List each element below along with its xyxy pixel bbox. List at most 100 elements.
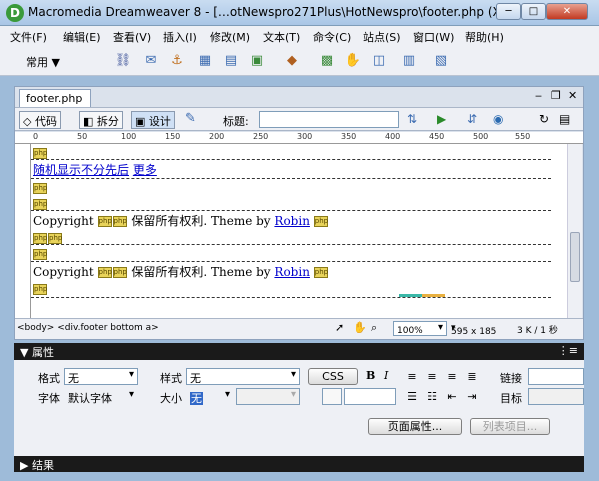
results-panel-header[interactable]: ▶ 结果 (14, 456, 584, 472)
div-outline (31, 244, 551, 245)
doc-close-icon[interactable]: ✕ (568, 89, 577, 102)
templates-icon[interactable]: ▥ (400, 52, 418, 70)
status-bar: <body> <div.footer bottom a> ➚ ✋ ⌕ 100% … (15, 318, 583, 339)
table-icon[interactable]: ▦ (196, 52, 214, 70)
unordered-list-icon[interactable]: ☰ (406, 391, 418, 403)
preview-icon[interactable]: ▶ (437, 112, 446, 126)
close-button[interactable]: ✕ (546, 3, 588, 20)
random-display-link[interactable]: 随机显示不分先后 (33, 163, 129, 177)
ruler-tick: 0 (33, 132, 39, 141)
style-select[interactable]: 无 (186, 368, 300, 385)
font-label: 字体 (38, 392, 60, 405)
menu-commands[interactable]: 命令(C) (313, 29, 351, 45)
link-input[interactable] (528, 368, 584, 385)
live-data-icon[interactable]: ✎ (185, 111, 196, 126)
title-input[interactable] (259, 111, 399, 128)
window-size-select[interactable]: 595 x 185 ▾ (451, 323, 496, 337)
format-value: 无 (68, 372, 79, 385)
php-tag-icon: php (33, 199, 48, 210)
view-options-icon[interactable]: ▤ (559, 112, 570, 126)
media-icon[interactable]: ◆ (283, 52, 301, 70)
ruler-tick: 100 (121, 132, 137, 141)
panel-options-icon[interactable]: ⋮≡ (558, 344, 578, 357)
email-link-icon[interactable]: ✉ (142, 52, 160, 70)
tag-selector[interactable]: <body> <div.footer bottom a> (17, 323, 159, 333)
copyright-text: Copyright (33, 265, 94, 279)
more-link[interactable]: 更多 (133, 163, 157, 177)
size-unit-select[interactable] (236, 388, 300, 405)
scrollbar-thumb[interactable] (570, 232, 580, 282)
ordered-list-icon[interactable]: ☷ (426, 391, 438, 403)
css-button[interactable]: CSS (308, 368, 358, 385)
outdent-icon[interactable]: ⇤ (446, 391, 458, 403)
validate-icon[interactable]: ⇅ (407, 112, 417, 126)
layer-icon[interactable]: ▤ (222, 52, 240, 70)
menu-edit[interactable]: 编辑(E) (63, 29, 101, 45)
align-right-icon[interactable]: ≡ (446, 371, 458, 383)
zoom-tool-icon[interactable]: ⌕ (371, 321, 377, 335)
menu-text[interactable]: 文本(T) (263, 29, 300, 45)
tag-chooser-icon[interactable]: ▧ (432, 52, 450, 70)
robin-link[interactable]: Robin (274, 214, 310, 228)
comment-icon[interactable]: ◫ (370, 52, 388, 70)
results-title: 结果 (31, 459, 54, 472)
window-title: Macromedia Dreamweaver 8 - […otNewspro27… (28, 5, 540, 19)
vertical-scrollbar[interactable] (567, 144, 582, 318)
size-select[interactable]: 无 (186, 388, 234, 405)
php-tag-icon: php (112, 267, 127, 278)
browser-preview-icon[interactable]: ◉ (493, 112, 503, 126)
pointer-tool-icon[interactable]: ➚ (335, 321, 344, 334)
design-view-button[interactable]: ▣ 设计 (131, 111, 175, 129)
split-view-button[interactable]: ◧ 拆分 (79, 111, 123, 129)
menu-help[interactable]: 帮助(H) (465, 29, 504, 45)
code-view-button[interactable]: ◇ 代码 (19, 111, 61, 129)
tab-footer-php[interactable]: footer.php (19, 89, 91, 107)
format-select[interactable]: 无 (64, 368, 138, 385)
php-tag-icon: php (313, 216, 329, 227)
hand-tool-icon[interactable]: ✋ (353, 321, 367, 334)
font-select[interactable]: 默认字体 (64, 388, 138, 405)
doc-minimize-icon[interactable]: ‒ (535, 89, 542, 102)
expand-triangle-icon: ▶ (20, 459, 29, 472)
refresh-icon[interactable]: ↻ (539, 112, 549, 126)
maximize-button[interactable]: □ (521, 3, 546, 20)
zoom-select[interactable]: 100% (393, 321, 447, 336)
server-side-include-icon[interactable]: ✋ (344, 52, 362, 70)
div-outline (31, 210, 551, 211)
menu-file[interactable]: 文件(F) (10, 29, 47, 45)
align-center-icon[interactable]: ≡ (426, 371, 438, 383)
ruler-tick: 300 (297, 132, 313, 141)
align-left-icon[interactable]: ≡ (406, 371, 418, 383)
hyperlink-icon[interactable]: ⛓ (114, 52, 132, 70)
menu-insert[interactable]: 插入(I) (163, 29, 197, 45)
ruler-tick: 200 (209, 132, 225, 141)
minimize-button[interactable]: ─ (496, 3, 521, 20)
menu-modify[interactable]: 修改(M) (210, 29, 250, 45)
bold-button[interactable]: B (366, 369, 375, 382)
image-icon[interactable]: ▣ (248, 52, 266, 70)
named-anchor-icon[interactable]: ⚓ (168, 52, 186, 70)
italic-button[interactable]: I (384, 369, 388, 382)
text-color-input[interactable] (344, 388, 396, 405)
menu-window[interactable]: 窗口(W) (413, 29, 454, 45)
code-view-label: 代码 (34, 115, 57, 128)
doc-restore-icon[interactable]: ❐ (551, 89, 561, 102)
ruler-tick: 50 (77, 132, 88, 141)
size-label: 大小 (160, 392, 182, 405)
date-icon[interactable]: ▩ (318, 52, 336, 70)
insert-category-select[interactable]: 常用 ▼ (26, 54, 60, 70)
indent-icon[interactable]: ⇥ (466, 391, 478, 403)
robin-link[interactable]: Robin (274, 265, 310, 279)
menu-bar: 文件(F) 编辑(E) 查看(V) 插入(I) 修改(M) 文本(T) 命令(C… (0, 26, 599, 46)
menu-view[interactable]: 查看(V) (113, 29, 151, 45)
text-color-swatch[interactable] (322, 388, 342, 405)
properties-panel-header[interactable]: ▼ 属性 ⋮≡ (14, 343, 584, 361)
page-properties-button[interactable]: 页面属性... (368, 418, 462, 435)
menu-site[interactable]: 站点(S) (363, 29, 401, 45)
list-item-button[interactable]: 列表项目... (470, 418, 550, 435)
properties-panel: 格式 无 样式 无 CSS B I ≡ ≡ ≡ ≣ 链接 字体 默认字体 大小 … (14, 360, 584, 456)
justify-icon[interactable]: ≣ (466, 371, 478, 383)
file-management-icon[interactable]: ⇵ (467, 112, 477, 126)
target-select[interactable] (528, 388, 584, 405)
design-canvas[interactable]: php 随机显示不分先后 更多 php php Copyright php php… (31, 144, 567, 318)
